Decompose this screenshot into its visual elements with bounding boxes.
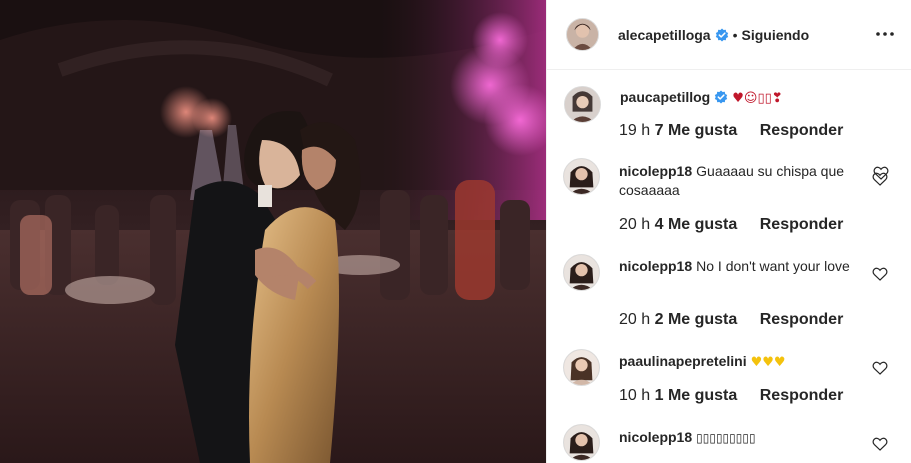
commenter-avatar[interactable] xyxy=(564,86,601,123)
header-separator: • xyxy=(732,26,738,43)
comment-meta: 19 h 7 Me gusta Responder xyxy=(619,122,843,140)
post-header: alecapetilloga • Siguiendo xyxy=(547,0,911,70)
following-button[interactable]: Siguiendo xyxy=(742,27,810,43)
author-avatar[interactable] xyxy=(566,18,599,51)
verified-badge-icon xyxy=(714,90,728,104)
comment-username[interactable]: paucapetillog xyxy=(620,89,710,105)
comment-body: paucapetillog ♥☺▯▯❣ xyxy=(620,88,868,108)
comment-emojis: ♥☺▯▯❣ xyxy=(732,91,783,106)
post-sidebar: alecapetilloga • Siguiendo paucapetillog… xyxy=(546,0,911,463)
photo-scene xyxy=(0,0,546,463)
comment-likes[interactable]: 7 Me gusta xyxy=(655,122,738,139)
author-username[interactable]: alecapetilloga xyxy=(618,27,711,43)
verified-badge-icon xyxy=(715,28,729,42)
comment-time[interactable]: 19 h xyxy=(619,122,650,139)
like-comment-heart-icon[interactable] xyxy=(873,165,889,181)
more-options-icon[interactable] xyxy=(873,22,897,46)
reply-button[interactable]: Responder xyxy=(760,122,844,139)
post-photo[interactable] xyxy=(0,0,546,463)
